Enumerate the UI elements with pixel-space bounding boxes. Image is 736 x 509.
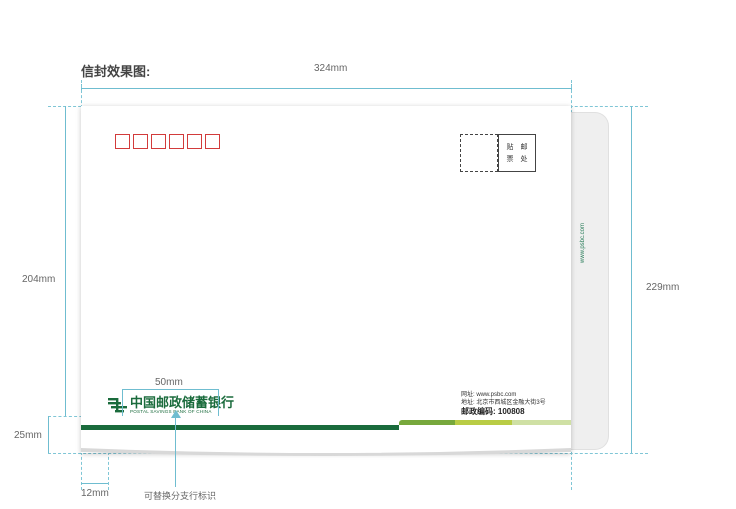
green-band-segment-2 [455,420,512,425]
stamp-label: 贴 [506,144,514,151]
website-line: 网址: www.psbc.com [461,392,517,398]
stamp-label: 票 [506,156,514,163]
width-dimension-line [81,88,571,89]
postcode-box [205,134,220,149]
stamp-area: 贴 邮 票 处 [498,134,536,172]
postcode-box [187,134,202,149]
postcode-boxes [115,134,220,149]
band-height-line [48,416,49,453]
stamp-label: 邮 [520,144,528,151]
logo-width-line [122,389,218,390]
stamp-label: 处 [520,156,528,163]
width-dimension-label: 324mm [314,63,348,74]
page-title: 信封效果图: [81,64,151,79]
flap-website: www.psbc.com [580,222,586,263]
logo-width-label: 50mm [155,377,183,388]
envelope-bottom-shadow [81,448,571,456]
replaceable-logo-note: 可替换分支行标识 [144,491,217,501]
postcode-box [133,134,148,149]
address-block: 网址: www.psbc.com 地址: 北京市西城区金融大街3号 邮政编码: … [461,391,546,416]
bank-emblem-icon [108,398,127,413]
logo-width-tick [122,389,123,416]
postcode-box [169,134,184,149]
band-height-label: 25mm [14,430,42,441]
envelope-flap: www.psbc.com [570,112,609,450]
stamp-area-dashed [460,134,498,172]
postcode-box [151,134,166,149]
green-band-segment-3 [512,420,571,425]
left-margin-line [81,483,108,484]
envelope-front: 贴 邮 票 处 中国邮政储蓄银行 POSTAL SAVINGS BANK OF … [81,106,571,453]
total-height-line [631,106,632,453]
logo-width-tick [218,389,219,416]
total-height-label: 229mm [646,282,680,293]
inner-height-label: 204mm [22,274,56,285]
arrow-up-icon [171,410,181,418]
postcode-line: 邮政编码: 100808 [461,407,525,416]
postcode-box [115,134,130,149]
callout-line [175,415,176,487]
green-band-segment-1 [399,420,455,425]
green-band-dark [81,425,399,430]
left-margin-label: 12mm [81,488,109,499]
address-line: 地址: 北京市西城区金融大街3号 [461,400,546,406]
inner-height-line [65,106,66,416]
